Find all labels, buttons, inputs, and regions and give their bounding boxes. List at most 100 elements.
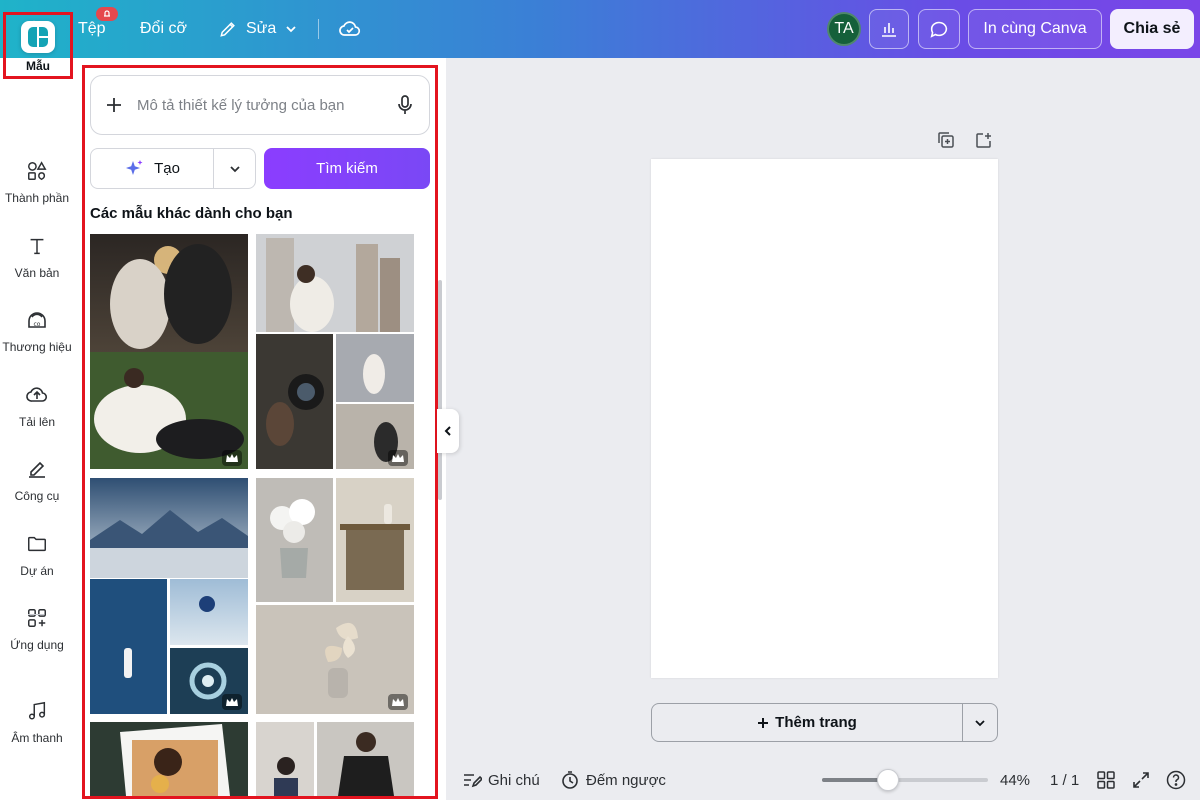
flower-vase-collage-image — [256, 478, 414, 714]
sidebar-item-audio[interactable]: Âm thanh — [0, 695, 74, 761]
tools-icon — [20, 453, 54, 485]
sidebar-divider — [28, 614, 44, 615]
page-count: 1 / 1 — [1050, 771, 1080, 789]
template-thumbnail-landscape[interactable] — [90, 478, 248, 714]
page-tools — [936, 130, 994, 150]
premium-crown-icon — [388, 694, 408, 710]
grid-view-button[interactable] — [1097, 768, 1115, 792]
user-avatar[interactable]: TA — [827, 12, 861, 46]
sidebar-item-text[interactable]: Văn bản — [0, 230, 74, 296]
add-page-icon[interactable] — [974, 130, 994, 150]
portrait-polaroid-image — [90, 722, 248, 796]
sidebar-item-label: Thành phần — [4, 191, 70, 205]
timer-label: Đếm ngược — [586, 771, 666, 789]
folder-icon — [20, 528, 54, 560]
zoom-value: 44% — [1000, 771, 1031, 789]
sidebar-item-projects[interactable]: Dự án — [0, 528, 74, 594]
create-options-dropdown[interactable] — [214, 162, 255, 176]
chevron-left-icon — [444, 426, 451, 436]
upload-icon — [20, 379, 54, 411]
sidebar-item-label: Ứng dụng — [10, 638, 64, 652]
pencil-icon — [220, 22, 235, 37]
print-with-canva-button[interactable]: In cùng Canva — [968, 9, 1102, 49]
insights-button[interactable] — [869, 9, 909, 49]
mountain-ocean-collage-image — [90, 478, 248, 714]
toolbar-divider — [318, 19, 319, 39]
templates-icon — [21, 21, 55, 53]
add-page-button[interactable]: Thêm trang — [652, 704, 963, 741]
grid-icon — [1097, 771, 1115, 789]
template-thumbnail-fashion[interactable] — [256, 722, 414, 796]
chevron-down-icon — [286, 26, 296, 33]
top-bar: Tệp Đổi cỡ Sửa TA In cùng Canva Chia sẻ — [0, 0, 1200, 58]
zoom-percent[interactable]: 44% — [1000, 768, 1030, 792]
design-page[interactable] — [651, 159, 998, 678]
print-label: In cùng Canva — [983, 20, 1087, 37]
sidebar-item-label: Tải lên — [18, 415, 56, 429]
notification-badge — [96, 7, 118, 21]
photographer-collage-image — [256, 234, 414, 469]
microphone-icon[interactable] — [395, 94, 415, 116]
resize-button[interactable]: Đổi cỡ — [132, 10, 195, 48]
brand-icon: co — [20, 304, 54, 336]
edit-mode-label: Sửa — [246, 20, 277, 37]
bell-icon — [104, 10, 110, 17]
sidebar-item-label: Âm thanh — [11, 731, 63, 745]
search-placeholder: Mô tả thiết kế lý tưởng của bạn — [137, 96, 345, 114]
speech-bubble-icon — [930, 21, 948, 38]
sidebar-item-uploads[interactable]: Tải lên — [0, 379, 74, 445]
page-counter[interactable]: 1 / 1 — [1050, 768, 1079, 792]
panel-scrollbar[interactable] — [438, 280, 442, 500]
svg-text:co: co — [34, 321, 41, 328]
template-thumbnail-flowers[interactable] — [256, 478, 414, 714]
add-page-dropdown[interactable] — [963, 704, 997, 741]
sidebar-item-label: Mẫu — [26, 59, 50, 73]
search-button-label: Tìm kiếm — [316, 160, 378, 177]
sidebar-item-label: Công cụ — [14, 489, 60, 503]
sidebar-item-tools[interactable]: Công cụ — [0, 453, 74, 519]
collapse-panel-button[interactable] — [437, 409, 459, 453]
share-button[interactable]: Chia sẻ — [1110, 9, 1194, 49]
design-prompt-input[interactable]: Mô tả thiết kế lý tưởng của bạn — [90, 75, 430, 135]
timer-icon — [562, 771, 578, 789]
sidebar-item-label: Dự án — [20, 564, 54, 578]
premium-crown-icon — [388, 450, 408, 466]
sidebar-item-elements[interactable]: Thành phần — [0, 155, 74, 221]
search-button[interactable]: Tìm kiếm — [264, 148, 430, 189]
edit-mode-button[interactable]: Sửa — [208, 10, 308, 48]
plus-icon[interactable] — [105, 96, 123, 114]
chevron-down-icon — [975, 719, 985, 726]
chevron-down-icon — [229, 165, 240, 172]
timer-button[interactable]: Đếm ngược — [560, 768, 666, 792]
help-button[interactable] — [1166, 768, 1186, 792]
expand-icon — [1133, 772, 1149, 788]
file-menu-button[interactable]: Tệp — [70, 7, 118, 48]
share-label: Chia sẻ — [1123, 20, 1181, 37]
create-button[interactable]: Tạo — [91, 149, 214, 188]
template-thumbnail-portrait[interactable] — [90, 722, 248, 796]
template-thumbnail-wedding[interactable] — [90, 234, 248, 469]
notes-label: Ghi chú — [488, 771, 540, 789]
plus-icon — [758, 717, 769, 728]
sidebar-item-brand[interactable]: co Thương hiệu — [0, 304, 74, 370]
notes-icon — [464, 774, 482, 788]
avatar-initials: TA — [834, 20, 854, 37]
help-icon — [1166, 770, 1186, 790]
sidebar-item-apps[interactable]: Ứng dụng — [0, 602, 74, 668]
section-title: Các mẫu khác dành cho bạn — [90, 205, 293, 222]
notes-button[interactable]: Ghi chú — [462, 768, 540, 792]
sidebar-item-label: Thương hiệu — [2, 340, 72, 354]
save-status-button[interactable] — [332, 10, 368, 48]
elements-icon — [20, 155, 54, 187]
apps-icon — [20, 602, 54, 634]
add-page-control: Thêm trang — [651, 703, 998, 742]
duplicate-page-icon[interactable] — [936, 130, 956, 150]
wedding-photo-image — [90, 234, 248, 469]
premium-crown-icon — [222, 694, 242, 710]
sidebar-item-templates[interactable]: Mẫu — [3, 12, 73, 79]
text-icon — [20, 230, 54, 262]
template-thumbnail-photographer[interactable] — [256, 234, 414, 469]
zoom-slider-handle[interactable] — [877, 769, 900, 791]
comment-button[interactable] — [918, 9, 960, 49]
fullscreen-button[interactable] — [1132, 768, 1150, 792]
